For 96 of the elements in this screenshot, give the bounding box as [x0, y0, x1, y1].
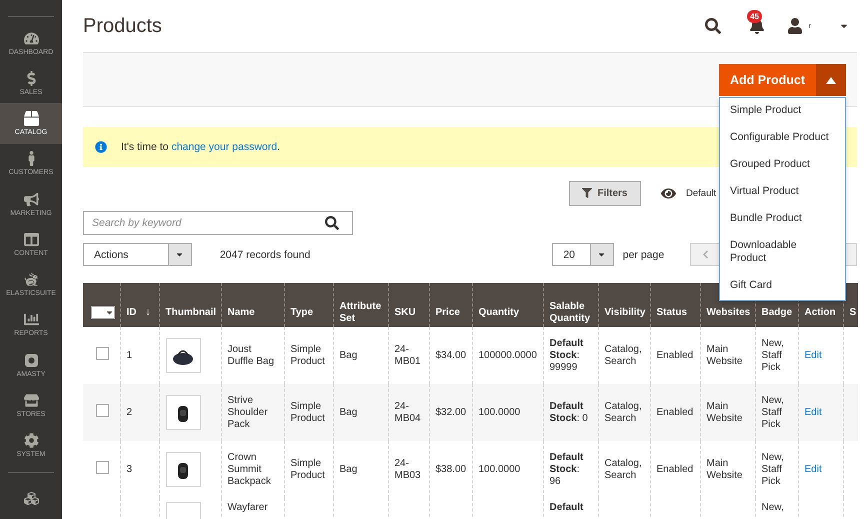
- previous-page-button[interactable]: [690, 243, 721, 266]
- table-cell: Catalog, Search: [604, 458, 642, 480]
- column-header[interactable]: Type: [284, 283, 333, 327]
- bar-chart-icon: [24, 312, 38, 328]
- filters-button[interactable]: Filters: [569, 180, 641, 206]
- table-cell: 24-MB04: [394, 400, 421, 424]
- column-header[interactable]: Quantity: [472, 283, 543, 327]
- gear-icon: [24, 433, 38, 448]
- user-icon[interactable]: [786, 18, 803, 34]
- table-cell: $38.00: [436, 464, 466, 474]
- table-cell: New, Staff Pick: [762, 338, 784, 372]
- column-header[interactable]: Attribute Set: [333, 283, 388, 327]
- cubes-icon: [24, 491, 38, 506]
- table-cell: Strive Shoulder Pack: [228, 394, 268, 430]
- menu-item[interactable]: Configurable Product: [720, 125, 845, 152]
- page-title: Products: [83, 14, 163, 38]
- table-cell: 100000.0000: [478, 350, 537, 360]
- table-cell: Default Stock: 96: [550, 452, 584, 486]
- info-icon: [95, 141, 107, 153]
- table-cell: 2: [126, 406, 132, 418]
- column-header[interactable]: Visibility: [598, 283, 650, 327]
- layout-icon: [24, 232, 38, 247]
- table-cell: Enabled: [656, 406, 694, 418]
- menu-item[interactable]: Virtual Product: [720, 179, 845, 206]
- table-cell: $32.00: [436, 406, 466, 418]
- box-icon: [24, 111, 38, 126]
- table-cell: Wayfarer: [228, 502, 268, 513]
- table-cell: Simple Product: [290, 458, 325, 480]
- table-cell: Simple Product: [290, 344, 325, 366]
- table-cell: Default Stock: 0: [550, 400, 588, 424]
- column-header[interactable]: Salable Quantity: [543, 283, 598, 327]
- menu-item[interactable]: Grouped Product: [720, 152, 845, 179]
- table-cell: 24-MB01: [394, 344, 421, 366]
- column-header[interactable]: Thumbnail: [159, 283, 221, 327]
- eye-icon[interactable]: [661, 186, 676, 200]
- table-cell: 100.0000: [478, 464, 520, 474]
- table-cell: New,: [762, 502, 784, 513]
- table-cell: 24-MB03: [394, 458, 421, 480]
- table-cell: Main Website: [706, 344, 742, 366]
- column-header[interactable]: S: [843, 283, 858, 327]
- table-cell: Simple Product: [290, 400, 325, 424]
- rabbit-icon: [24, 272, 38, 288]
- notification-count: 45: [747, 10, 762, 23]
- edit-link[interactable]: Edit: [804, 464, 822, 474]
- table-cell: 100.0000: [478, 406, 520, 418]
- records-count: 2047 records found: [220, 248, 310, 260]
- row-checkbox[interactable]: [96, 347, 109, 360]
- table-cell: Joust Duffle Bag: [228, 344, 274, 366]
- dropdown-toggle[interactable]: [816, 64, 846, 96]
- per-page-label: per page: [622, 248, 664, 260]
- table-cell: Crown Summit Backpack: [228, 452, 271, 486]
- table-cell: Enabled: [656, 464, 694, 474]
- table-cell: Main Website: [706, 400, 742, 424]
- table-cell: Enabled: [656, 350, 694, 360]
- column-header[interactable]: Status: [650, 283, 700, 327]
- actions-select[interactable]: Actions: [83, 243, 192, 266]
- menu-item[interactable]: Bundle Product: [720, 206, 845, 233]
- table-cell: Catalog, Search: [604, 400, 642, 424]
- gauge-icon: [24, 30, 38, 46]
- table-cell: Default: [550, 502, 584, 513]
- table-cell: $34.00: [436, 350, 466, 360]
- row-checkbox[interactable]: [96, 404, 109, 417]
- row-checkbox[interactable]: [96, 461, 109, 474]
- change-password-link[interactable]: change your password: [171, 141, 278, 153]
- menu-item[interactable]: Downloadable Product: [720, 233, 845, 273]
- table-cell: New, Staff Pick: [762, 452, 784, 486]
- edit-link[interactable]: Edit: [804, 406, 822, 418]
- search-field[interactable]: Search by keyword: [83, 211, 353, 235]
- table-cell: 1: [126, 350, 132, 360]
- search-icon[interactable]: [704, 18, 721, 34]
- per-page-select[interactable]: 20: [552, 243, 614, 266]
- column-header[interactable]: ID ↓: [120, 283, 159, 327]
- select-all-checkbox[interactable]: [91, 306, 115, 318]
- table-cell: Bag: [340, 464, 358, 474]
- column-header[interactable]: Price: [429, 283, 472, 327]
- add-product-button[interactable]: Add Product: [719, 64, 816, 96]
- triangle-icon: [826, 76, 836, 84]
- chevron-left-icon: [701, 250, 710, 259]
- table-cell: Default Stock: 99999: [550, 338, 584, 372]
- column-header[interactable]: Name: [221, 283, 284, 327]
- table-cell: 3: [126, 464, 132, 474]
- table-cell: New, Staff Pick: [762, 394, 784, 430]
- table-cell: Catalog, Search: [604, 344, 642, 366]
- menu-item[interactable]: Simple Product: [720, 98, 845, 125]
- search-icon[interactable]: [325, 216, 339, 230]
- table-cell: Main Website: [706, 458, 742, 480]
- filter-icon: [582, 188, 592, 198]
- store-icon: [24, 392, 38, 408]
- notice-text: It's time to change your password.: [121, 141, 280, 153]
- column-header[interactable]: SKU: [388, 283, 429, 327]
- edit-link[interactable]: Edit: [804, 350, 822, 360]
- table-cell: Bag: [340, 406, 358, 418]
- megaphone-icon: [24, 192, 38, 207]
- table-cell: Bag: [340, 350, 358, 360]
- view-label[interactable]: Default: [686, 188, 716, 198]
- product-thumbnail: [166, 502, 200, 519]
